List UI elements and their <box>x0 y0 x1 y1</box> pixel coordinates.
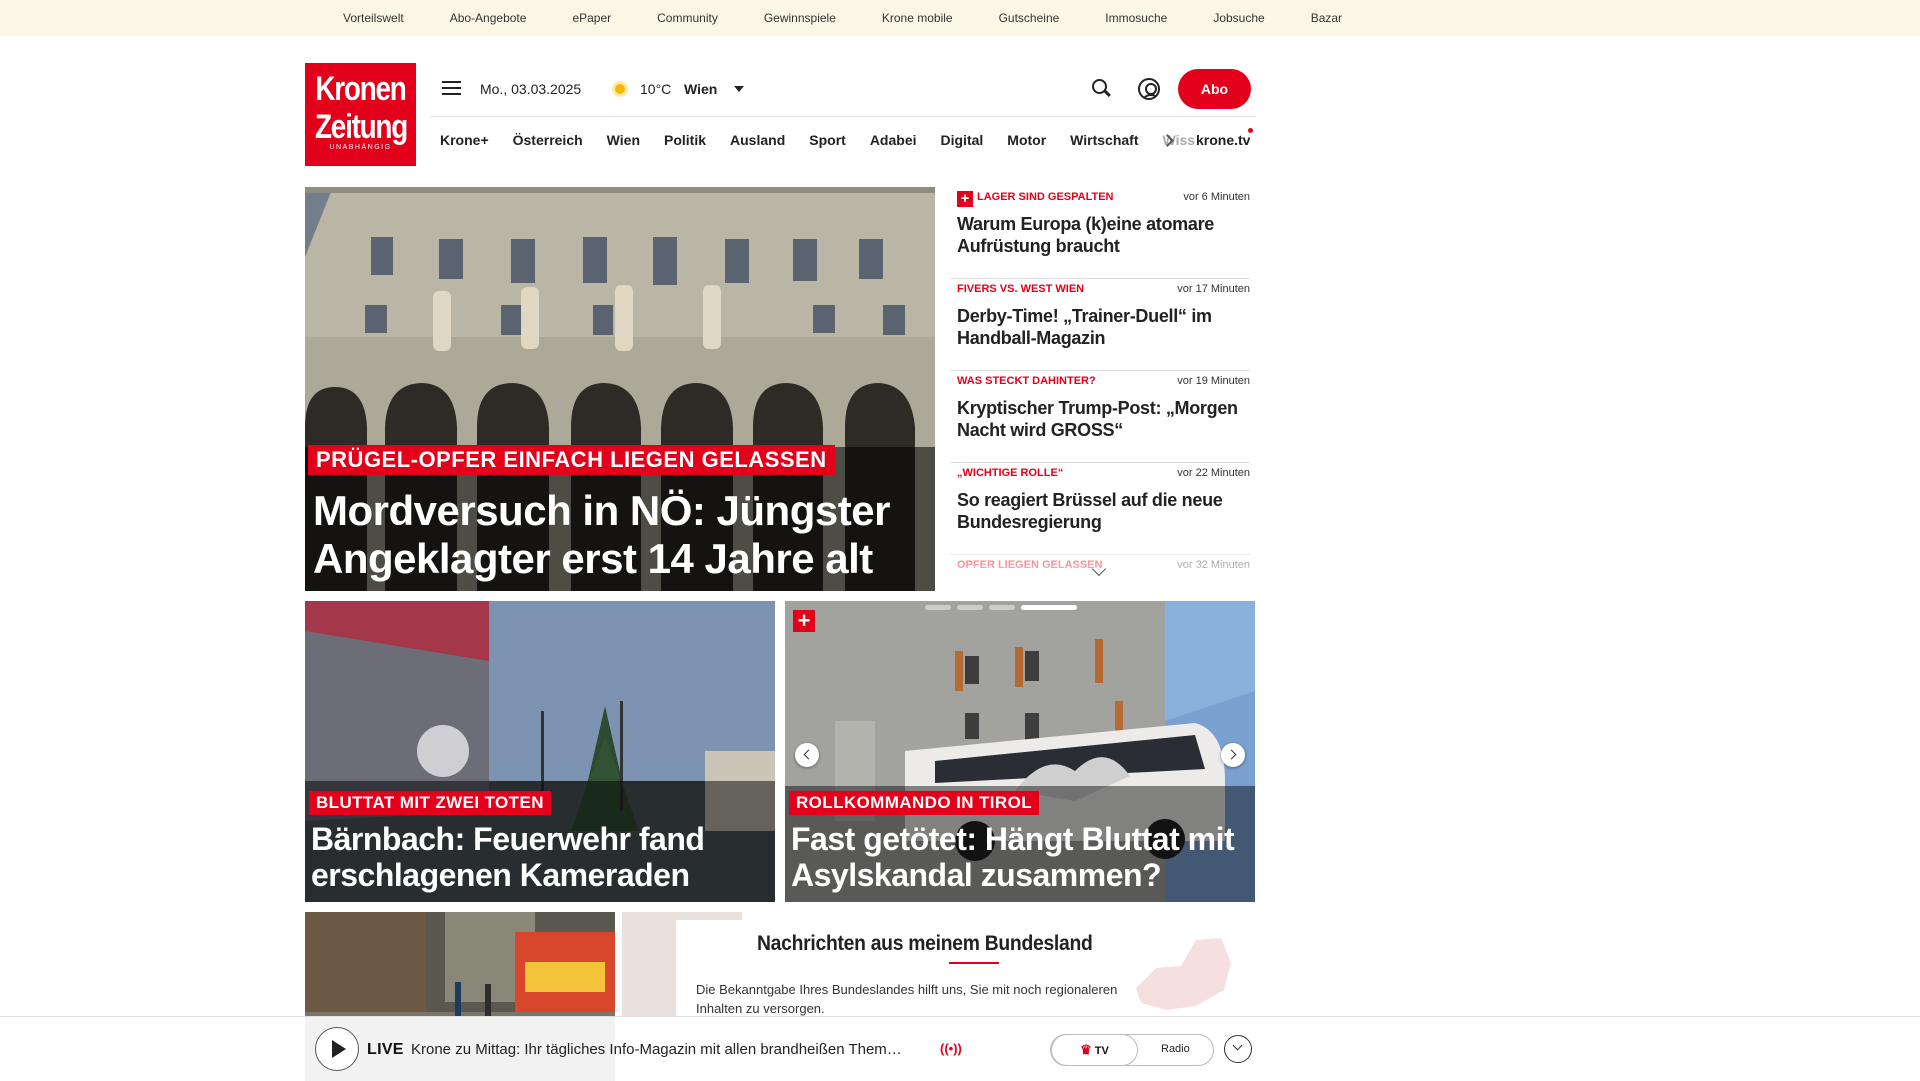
item-timestamp: vor 6 Minuten <box>1183 191 1250 203</box>
item-kicker-text: FIVERS VS. WEST WIEN <box>957 283 1085 295</box>
modal-title: Nachrichten aus meinem Bundesland <box>757 932 1093 955</box>
item-kicker: + LAGER SIND GESPALTEN <box>957 191 1114 207</box>
nav-item[interactable]: Digital <box>941 132 984 148</box>
search-icon[interactable] <box>1092 79 1112 99</box>
tv-label: TV <box>1094 1045 1109 1057</box>
utility-nav: Vorteilswelt Abo-Angebote ePaper Community G… <box>343 0 1388 36</box>
item-title[interactable]: Warum Europa (k)eine atomare Aufrüstung … <box>957 213 1247 257</box>
article-card[interactable]: BLUTTAT MIT ZWEI TOTEN Bärnbach: Feuerwe… <box>305 601 775 902</box>
crown-icon: ♛ <box>1080 1042 1092 1057</box>
user-icon[interactable] <box>1138 78 1160 100</box>
expand-player-button[interactable] <box>1224 1035 1252 1063</box>
play-button[interactable] <box>315 1027 359 1071</box>
plus-badge-icon: + <box>957 191 973 207</box>
modal-text: Die Bekanntgabe Ihres Bundeslandes hilft… <box>696 982 1118 1016</box>
carousel-prev-button[interactable] <box>795 743 819 767</box>
item-kicker: FIVERS VS. WEST WIEN <box>957 283 1084 295</box>
main-nav: Krone+ Österreich Wien Politik Ausland Sport A… <box>440 132 1195 148</box>
item-timestamp: vor 17 Minuten <box>1177 283 1250 295</box>
nav-item[interactable]: Wien <box>607 132 640 148</box>
media-switch[interactable]: ♛ TV Radio <box>1050 1034 1214 1066</box>
article-carousel-card[interactable]: + ROLLKOMMANDO IN TIROL Fast getötet: Hä… <box>785 601 1255 902</box>
item-title[interactable]: So reagiert Brüssel auf die neue Bundesr… <box>957 489 1247 533</box>
utility-link[interactable]: Bazar <box>1311 11 1342 25</box>
item-title[interactable]: Kryptischer Trump-Post: „Morgen Nacht wi… <box>957 397 1247 441</box>
utility-link[interactable]: Krone mobile <box>882 11 953 25</box>
temperature: 10°C <box>640 81 672 97</box>
card-kicker: ROLLKOMMANDO IN TIROL <box>789 791 1039 815</box>
utility-link[interactable]: Vorteilswelt <box>343 11 404 25</box>
utility-link[interactable]: Gutscheine <box>999 11 1060 25</box>
top-utility-bar: Vorteilswelt Abo-Angebote ePaper Community G… <box>0 0 1920 36</box>
live-player-bar: LIVE Krone zu Mittag: Ihr tägliches Info… <box>0 1016 1920 1081</box>
nav-item[interactable]: Krone+ <box>440 132 489 148</box>
item-kicker: WAS STECKT DAHINTER? <box>957 375 1096 387</box>
menu-icon[interactable] <box>442 81 461 96</box>
current-date: Mo., 03.03.2025 <box>480 81 582 97</box>
abo-button[interactable]: Abo <box>1178 69 1251 109</box>
krone-tv-link[interactable]: krone.tv <box>1196 132 1250 148</box>
utility-link[interactable]: Gewinnspiele <box>764 11 836 25</box>
live-label: LIVE <box>367 1041 404 1058</box>
nav-item[interactable]: Motor <box>1007 132 1046 148</box>
nav-item[interactable]: Sport <box>809 132 846 148</box>
city-selector[interactable]: Wien <box>684 81 717 97</box>
item-kicker-text: LAGER SIND GESPALTEN <box>977 191 1114 203</box>
site-logo[interactable]: Kronen Zeitung UNABHÄNGIG <box>305 63 416 166</box>
item-timestamp: vor 22 Minuten <box>1177 467 1250 479</box>
utility-link[interactable]: Abo-Angebote <box>450 11 527 25</box>
player-title[interactable]: Krone zu Mittag: Ihr tägliches Info-Maga… <box>411 1041 929 1058</box>
news-list-item[interactable]: FIVERS VS. WEST WIEN vor 17 Minuten Derby-… <box>950 279 1250 371</box>
logo-line-2: Zeitung <box>314 108 408 146</box>
nav-divider <box>430 116 1256 117</box>
austria-map-icon <box>1136 938 1231 1010</box>
carousel-indicators <box>925 605 1083 610</box>
plus-badge-icon: + <box>793 610 815 632</box>
title-underline <box>949 962 999 964</box>
item-kicker: „WICHTIGE ROLLE“ <box>957 467 1063 479</box>
hero-article[interactable]: PRÜGEL-OPFER EINFACH LIEGEN GELASSEN Mor… <box>305 187 935 591</box>
utility-link[interactable]: Jobsuche <box>1213 11 1264 25</box>
carousel-next-button[interactable] <box>1221 743 1245 767</box>
item-kicker-text: WAS STECKT DAHINTER? <box>957 375 1096 387</box>
item-timestamp: vor 19 Minuten <box>1177 375 1250 387</box>
news-list-item[interactable]: + LAGER SIND GESPALTEN vor 6 Minuten Warum … <box>950 187 1250 279</box>
utility-link[interactable]: ePaper <box>572 11 611 25</box>
radio-broadcast-icon: ((•)) <box>940 1041 962 1056</box>
hero-headline[interactable]: Mordversuch in NÖ: Jüngster Angeklagter … <box>313 487 913 583</box>
card-headline[interactable]: Fast getötet: Hängt Bluttat mit Asylskan… <box>791 821 1251 893</box>
nav-item[interactable]: Politik <box>664 132 706 148</box>
nav-item[interactable]: Wirtschaft <box>1070 132 1138 148</box>
logo-line-1: Kronen <box>315 70 406 108</box>
card-kicker: BLUTTAT MIT ZWEI TOTEN <box>309 791 551 815</box>
nav-item[interactable]: Österreich <box>513 132 583 148</box>
live-dot <box>1248 128 1253 133</box>
card-headline[interactable]: Bärnbach: Feuerwehr fand erschlagenen Ka… <box>311 821 771 893</box>
nav-item[interactable]: Ausland <box>730 132 785 148</box>
item-title[interactable]: Derby-Time! „Trainer-Duell“ im Handball-… <box>957 305 1247 349</box>
chevron-down-icon[interactable] <box>734 86 744 92</box>
utility-link[interactable]: Immosuche <box>1105 11 1167 25</box>
latest-news-list: + LAGER SIND GESPALTEN vor 6 Minuten Warum … <box>950 187 1250 587</box>
news-list-item[interactable]: WAS STECKT DAHINTER? vor 19 Minuten Krypti… <box>950 371 1250 463</box>
radio-toggle[interactable]: Radio <box>1161 1043 1190 1055</box>
weather-sun-icon <box>610 79 630 99</box>
tv-toggle[interactable]: ♛ TV <box>1051 1034 1138 1066</box>
nav-item[interactable]: Adabei <box>870 132 917 148</box>
hero-kicker: PRÜGEL-OPFER EINFACH LIEGEN GELASSEN <box>308 445 835 475</box>
utility-link[interactable]: Community <box>657 11 718 25</box>
item-kicker-text: „WICHTIGE ROLLE“ <box>957 467 1064 479</box>
